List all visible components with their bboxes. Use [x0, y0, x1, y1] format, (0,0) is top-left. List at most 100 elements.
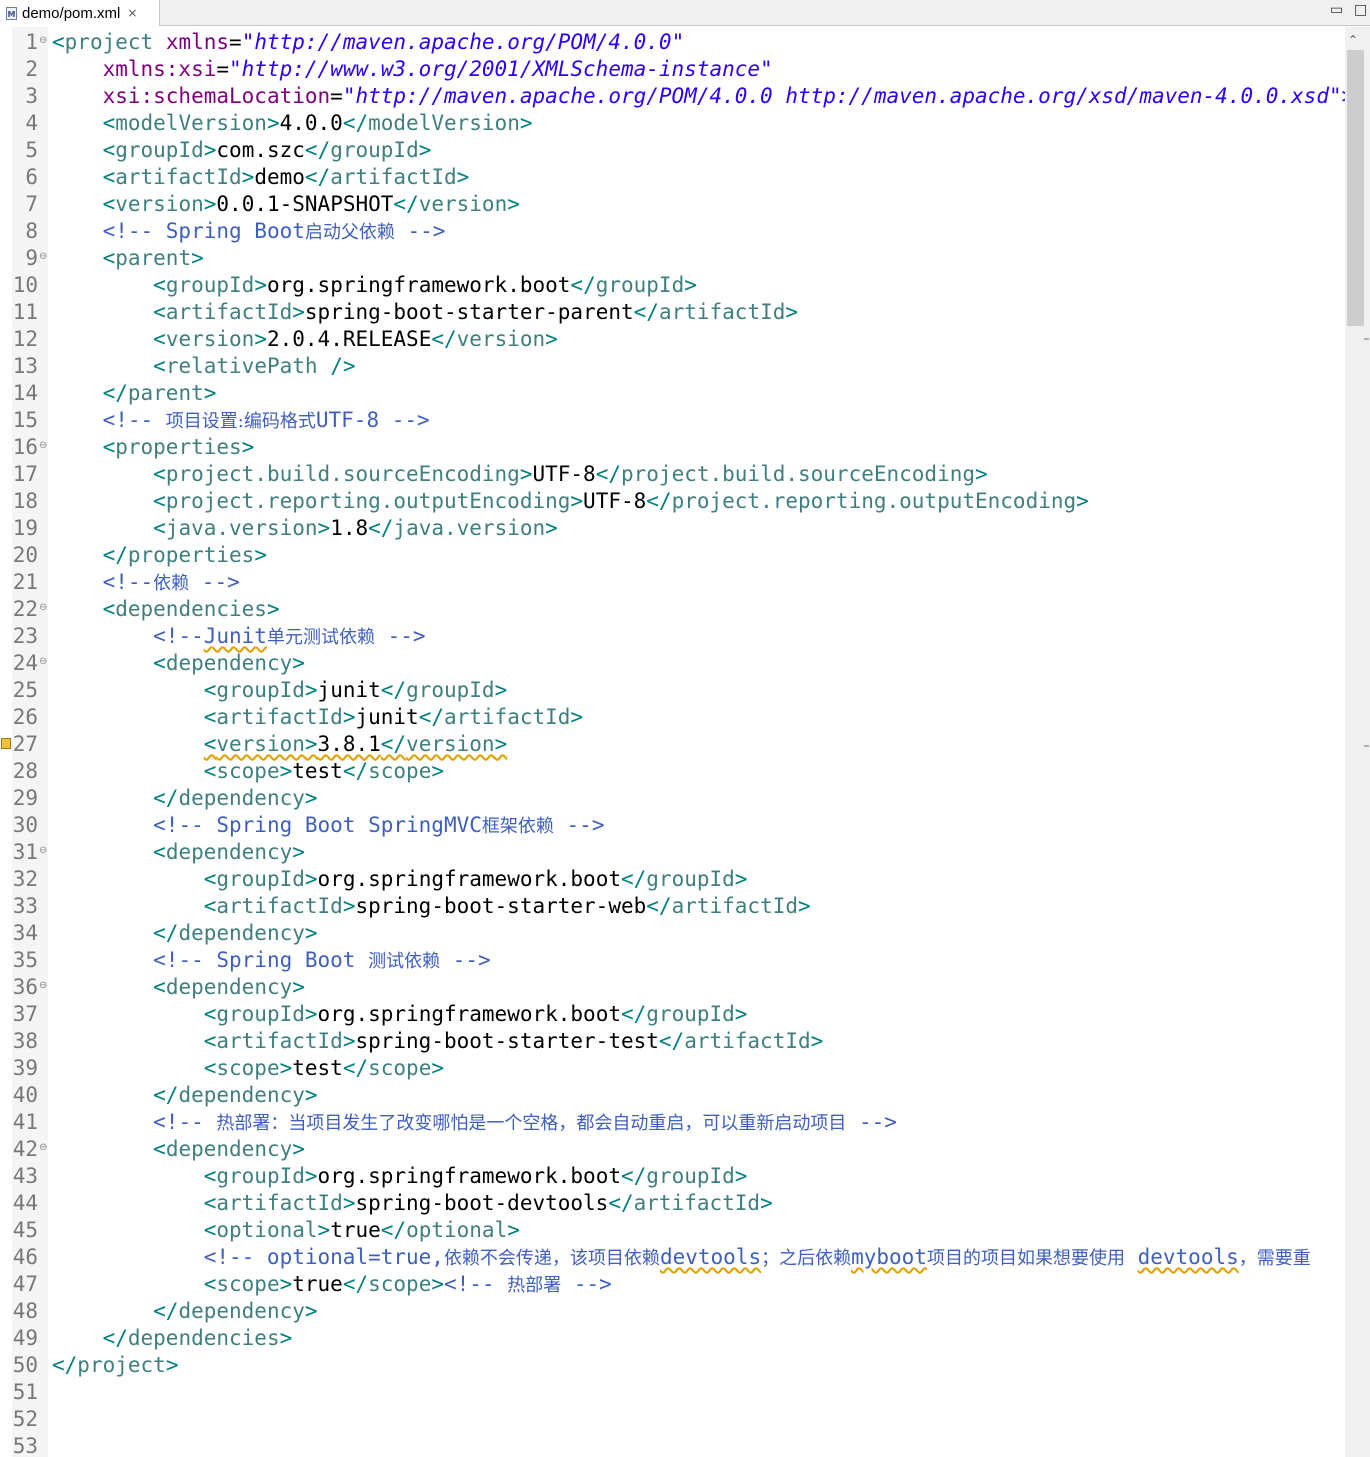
- code-line[interactable]: 5 <groupId>com.szc</groupId>: [0, 137, 1345, 164]
- code-line[interactable]: 19 <java.version>1.8</java.version>: [0, 515, 1345, 542]
- code-text: <dependency>: [52, 650, 305, 677]
- code-line[interactable]: 13 <relativePath />: [0, 353, 1345, 380]
- code-token: artifactId: [216, 705, 343, 729]
- code-line[interactable]: 3 xsi:schemaLocation="http://maven.apach…: [0, 83, 1345, 110]
- code-line[interactable]: 21 <!--依赖 -->: [0, 569, 1345, 596]
- code-token: >: [734, 1002, 748, 1026]
- fold-toggle-icon[interactable]: ⊖: [39, 434, 47, 458]
- code-area[interactable]: 1 ⊖ <project xmlns="http://maven.apache.or…: [0, 29, 1345, 1457]
- code-token: <: [203, 678, 217, 702]
- code-line[interactable]: 46 <!-- optional=true,依赖不会传递，该项目依赖devtoo…: [0, 1244, 1345, 1271]
- code-token: dependencies: [127, 1326, 280, 1350]
- code-line[interactable]: 51: [0, 1379, 1345, 1406]
- line-number: 19: [12, 516, 38, 540]
- code-line[interactable]: 52: [0, 1406, 1345, 1433]
- code-text: <groupId>org.springframework.boot</group…: [52, 272, 697, 299]
- code-line[interactable]: 29 </dependency>: [0, 785, 1345, 812]
- code-line[interactable]: 1 ⊖ <project xmlns="http://maven.apache.or…: [0, 29, 1345, 56]
- code-line[interactable]: 6 <artifactId>demo</artifactId>: [0, 164, 1345, 191]
- code-line[interactable]: 32 <groupId>org.springframework.boot</gr…: [0, 866, 1345, 893]
- code-token: >: [810, 1029, 824, 1053]
- code-token: 热部署: [507, 1275, 562, 1296]
- code-line[interactable]: 42 ⊖ <dependency>: [0, 1136, 1345, 1163]
- code-line[interactable]: 26 <artifactId>junit</artifactId>: [0, 704, 1345, 731]
- code-text: <!-- 项目设置:编码格式UTF-8 -->: [52, 407, 430, 435]
- fold-toggle-icon[interactable]: ⊖: [39, 839, 47, 863]
- code-line[interactable]: 35 <!-- Spring Boot 测试依赖 -->: [0, 947, 1345, 974]
- code-token: <!-- Spring Boot: [153, 948, 369, 972]
- code-token: project.reporting.outputEncoding: [165, 489, 571, 513]
- code-token: <: [203, 1056, 217, 1080]
- code-line[interactable]: 11 <artifactId>spring-boot-starter-paren…: [0, 299, 1345, 326]
- code-line[interactable]: 44 <artifactId>spring-boot-devtools</art…: [0, 1190, 1345, 1217]
- code-line[interactable]: 7 <version>0.0.1-SNAPSHOT</version>: [0, 191, 1345, 218]
- code-token: <!-- Spring Boot: [102, 219, 305, 243]
- code-line[interactable]: 41 <!-- 热部署：当项目发生了改变哪怕是一个空格，都会自动重启，可以重新启…: [0, 1109, 1345, 1136]
- code-line[interactable]: 16 ⊖ <properties>: [0, 434, 1345, 461]
- code-line[interactable]: 33 <artifactId>spring-boot-starter-web</…: [0, 893, 1345, 920]
- code-line[interactable]: 10 <groupId>org.springframework.boot</gr…: [0, 272, 1345, 299]
- code-line[interactable]: 37 <groupId>org.springframework.boot</gr…: [0, 1001, 1345, 1028]
- code-line[interactable]: 12 <version>2.0.4.RELEASE</version>: [0, 326, 1345, 353]
- fold-toggle-icon[interactable]: ⊖: [39, 974, 47, 998]
- code-token: <: [102, 138, 116, 162]
- fold-toggle-icon[interactable]: ⊖: [39, 1136, 47, 1160]
- code-token: >: [798, 894, 811, 918]
- code-line[interactable]: 50 </project>: [0, 1352, 1345, 1379]
- editor-tab-bar: M demo/pom.xml × ▭ □: [0, 0, 1370, 26]
- code-line[interactable]: 18 <project.reporting.outputEncoding>UTF…: [0, 488, 1345, 515]
- line-number: 22: [12, 597, 38, 621]
- code-line[interactable]: 39 <scope>test</scope>: [0, 1055, 1345, 1082]
- code-line[interactable]: 9 ⊖ <parent>: [0, 245, 1345, 272]
- code-line[interactable]: 49 </dependencies>: [0, 1325, 1345, 1352]
- close-icon[interactable]: ×: [127, 6, 137, 20]
- code-line[interactable]: 45 <optional>true</optional>: [0, 1217, 1345, 1244]
- code-line[interactable]: 34 </dependency>: [0, 920, 1345, 947]
- code-line[interactable]: 43 <groupId>org.springframework.boot</gr…: [0, 1163, 1345, 1190]
- tab-pom-xml[interactable]: M demo/pom.xml ×: [0, 0, 160, 26]
- scrollbar-thumb[interactable]: [1347, 50, 1364, 326]
- code-line[interactable]: 23 <!--Junit单元测试依赖 -->: [0, 623, 1345, 650]
- code-line[interactable]: 30 <!-- Spring Boot SpringMVC框架依赖 -->: [0, 812, 1345, 839]
- fold-toggle-icon[interactable]: ⊖: [39, 245, 47, 269]
- fold-toggle-icon[interactable]: ⊖: [39, 29, 47, 53]
- code-token: </: [153, 1083, 179, 1107]
- code-line[interactable]: 36 ⊖ <dependency>: [0, 974, 1345, 1001]
- line-number: 28: [12, 759, 38, 783]
- fold-toggle-icon[interactable]: ⊖: [39, 650, 47, 674]
- code-line[interactable]: 38 <artifactId>spring-boot-starter-test<…: [0, 1028, 1345, 1055]
- code-token: >: [342, 1191, 356, 1215]
- code-line[interactable]: 47 <scope>true</scope><!-- 热部署 -->: [0, 1271, 1345, 1298]
- code-line[interactable]: 8 <!-- Spring Boot启动父依赖 -->: [0, 218, 1345, 245]
- code-token: scope: [368, 1272, 432, 1296]
- code-token: parent: [127, 381, 204, 405]
- warning-icon[interactable]: [1, 738, 11, 749]
- code-line[interactable]: 2 xmlns:xsi="http://www.w3.org/2001/XMLS…: [0, 56, 1345, 83]
- code-line[interactable]: 15 <!-- 项目设置:编码格式UTF-8 -->: [0, 407, 1345, 434]
- code-line[interactable]: 31 ⊖ <dependency>: [0, 839, 1345, 866]
- minimize-icon[interactable]: ▭: [1330, 2, 1343, 18]
- code-line[interactable]: 27 <version>3.8.1</version>: [0, 731, 1345, 758]
- fold-toggle-icon[interactable]: ⊖: [39, 596, 47, 620]
- scroll-up-icon[interactable]: ⌃: [1348, 33, 1358, 47]
- code-line[interactable]: 48 </dependency>: [0, 1298, 1345, 1325]
- code-line[interactable]: 4 <modelVersion>4.0.0</modelVersion>: [0, 110, 1345, 137]
- code-token: >: [734, 1164, 748, 1188]
- code-line[interactable]: 14 </parent>: [0, 380, 1345, 407]
- code-line[interactable]: 40 </dependency>: [0, 1082, 1345, 1109]
- code-line[interactable]: 24 ⊖ <dependency>: [0, 650, 1345, 677]
- code-line[interactable]: 17 <project.build.sourceEncoding>UTF-8</…: [0, 461, 1345, 488]
- code-token: test: [292, 1056, 343, 1080]
- code-line[interactable]: 28 <scope>test</scope>: [0, 758, 1345, 785]
- code-line[interactable]: 20 </properties>: [0, 542, 1345, 569]
- code-token: <: [52, 30, 65, 54]
- line-number: 20: [12, 543, 38, 567]
- line-number: 33: [12, 894, 38, 918]
- code-line[interactable]: 25 <groupId>junit</groupId>: [0, 677, 1345, 704]
- code-token: >: [304, 867, 318, 891]
- maximize-icon[interactable]: □: [1354, 2, 1367, 18]
- code-line[interactable]: 53: [0, 1433, 1345, 1457]
- xml-source-editor[interactable]: 1 ⊖ <project xmlns="http://maven.apache.or…: [0, 27, 1345, 1457]
- code-line[interactable]: 22 ⊖ <dependencies>: [0, 596, 1345, 623]
